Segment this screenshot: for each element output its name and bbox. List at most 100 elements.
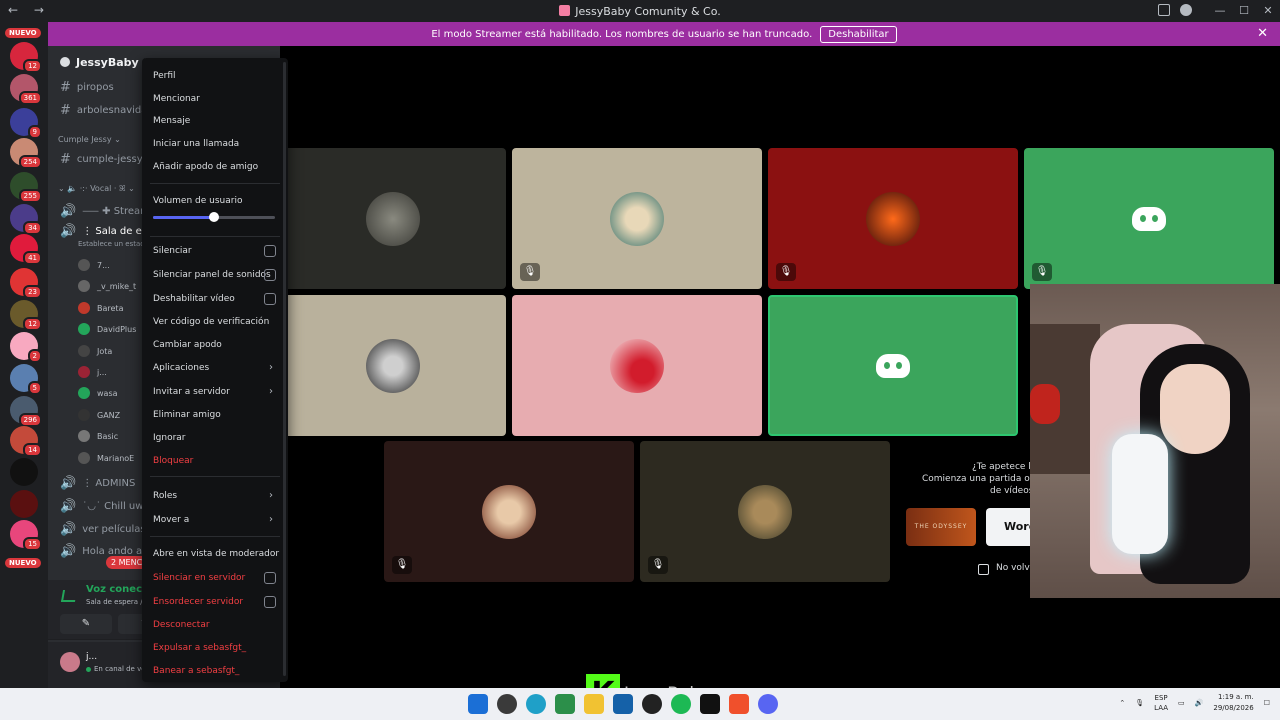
inbox-icon[interactable] [1158, 4, 1170, 16]
brave-icon[interactable] [729, 694, 749, 714]
server-icon[interactable]: 12 [10, 42, 42, 73]
menu-perfil[interactable]: Perfil [153, 71, 176, 81]
menu-desconectar[interactable]: Desconectar [153, 620, 210, 630]
obs-icon[interactable] [642, 694, 662, 714]
menu-silenciar-servidor[interactable]: Silenciar en servidor [153, 573, 245, 583]
disable-streamer-button[interactable]: Deshabilitar [820, 25, 897, 43]
server-icon[interactable]: 14 [10, 426, 42, 457]
voice-member[interactable]: j... [78, 366, 107, 378]
menu-apodo-amigo[interactable]: Añadir apodo de amigo [153, 162, 258, 172]
microphone-icon[interactable]: 🎙 [1135, 699, 1144, 707]
voice-member[interactable]: Jota [78, 344, 112, 357]
close-window-button[interactable]: ✕ [1256, 0, 1280, 22]
channel-stream[interactable]: 🔊 ⸺ ✚ Stream [60, 202, 150, 219]
avatar[interactable] [60, 652, 80, 672]
discord-icon[interactable] [758, 694, 778, 714]
app-icon[interactable] [555, 694, 575, 714]
menu-vista-moderador[interactable]: Abre en vista de moderador [153, 549, 279, 559]
server-icon[interactable]: 2 [10, 332, 42, 363]
menu-ignorar[interactable]: Ignorar [153, 433, 186, 443]
channel-ver-peliculas[interactable]: 🔊 ver películas [60, 522, 146, 537]
menu-eliminar-amigo[interactable]: Eliminar amigo [153, 410, 221, 420]
network-icon[interactable]: ▭ [1178, 699, 1185, 707]
server-icon[interactable]: 34 [10, 204, 42, 235]
server-icon[interactable]: 15 [10, 520, 42, 551]
language-indicator[interactable]: ESP LAA [1154, 693, 1168, 713]
edge-icon[interactable] [526, 694, 546, 714]
help-icon[interactable] [1180, 4, 1192, 16]
server-icon[interactable]: 255 [10, 172, 42, 203]
server-icon[interactable]: 361 [10, 74, 42, 105]
channel-admins[interactable]: 🔊 ⋮ ADMINS [60, 476, 135, 491]
volume-icon[interactable]: 🔊 [1195, 699, 1204, 707]
silenciar-sonidos-checkbox[interactable] [264, 269, 276, 281]
minimize-button[interactable]: — [1208, 0, 1232, 22]
channel-arbolesnavida[interactable]: # arbolesnavida [60, 103, 147, 118]
menu-ensordecer-servidor[interactable]: Ensordecer servidor [153, 597, 243, 607]
deshabilitar-video-checkbox[interactable] [264, 293, 276, 305]
close-icon[interactable]: ✕ [1257, 26, 1268, 41]
menu-expulsar[interactable]: Expulsar a sebasfgt_ [153, 643, 246, 653]
channel-cumple-jessy[interactable]: # cumple-jessy [60, 152, 143, 167]
menu-ver-codigo[interactable]: Ver código de verificación [153, 317, 269, 327]
voice-member[interactable]: Bareta [78, 301, 123, 314]
participant-tile-monkey[interactable]: 🎙 [384, 441, 634, 582]
user-volume-slider[interactable] [153, 212, 275, 222]
participant-tile-discord-1[interactable]: 🎙 [1024, 148, 1274, 289]
username[interactable]: j... [86, 652, 97, 662]
search-icon[interactable] [497, 694, 517, 714]
silenciar-checkbox[interactable] [264, 245, 276, 257]
voice-member[interactable]: DavidPlus [78, 323, 136, 336]
channel-sala-de-espera[interactable]: 🔊 ⋮ Sala de esp [60, 224, 153, 239]
status-hint[interactable]: Establece un estad [78, 240, 145, 248]
voice-member[interactable]: _v_mike_t [78, 280, 136, 293]
chevron-up-icon[interactable]: ⌃ [1119, 699, 1125, 707]
participant-tile-pirate-cat[interactable] [280, 295, 506, 436]
notifications-icon[interactable]: ☐ [1264, 699, 1270, 707]
voice-member[interactable]: GANZ [78, 408, 120, 421]
dont-show-again-checkbox[interactable] [978, 564, 989, 575]
participant-tile-discord-2[interactable] [768, 295, 1018, 436]
folder-icon[interactable] [584, 694, 604, 714]
menu-iniciar-llamada[interactable]: Iniciar una llamada [153, 139, 239, 149]
channel-chill[interactable]: 🔊 ˙◡˙ Chill uwu [60, 499, 150, 514]
participant-tile-fire[interactable]: 🎙 [768, 148, 1018, 289]
server-icon[interactable]: 23 [10, 268, 42, 299]
menu-mencionar[interactable]: Mencionar [153, 94, 200, 104]
menu-mover-a[interactable]: Mover a [153, 515, 189, 525]
spotify-icon[interactable] [671, 694, 691, 714]
menu-invitar[interactable]: Invitar a servidor [153, 387, 230, 397]
menu-silenciar-sonidos[interactable]: Silenciar panel de sonidos [153, 270, 271, 280]
participant-tile-girl[interactable] [512, 295, 762, 436]
menu-banear[interactable]: Banear a sebasfgt_ [153, 666, 239, 676]
voice-member[interactable]: MarianoE [78, 451, 134, 464]
voice-member[interactable]: wasa [78, 387, 118, 400]
ensordecer-servidor-checkbox[interactable] [264, 596, 276, 608]
channel-piropos[interactable]: # piropos [60, 80, 114, 95]
voice-member[interactable]: 7... [78, 259, 110, 271]
server-icon[interactable]: 41 [10, 234, 42, 265]
menu-roles[interactable]: Roles [153, 491, 177, 501]
windows-start-icon[interactable] [468, 694, 488, 714]
server-icon[interactable]: 5 [10, 364, 42, 395]
clock[interactable]: 1:19 a. m. 29/08/2026 [1213, 692, 1253, 714]
menu-deshabilitar-video[interactable]: Deshabilitar vídeo [153, 294, 235, 304]
menu-bloquear[interactable]: Bloquear [153, 456, 193, 466]
menu-silenciar[interactable]: Silenciar [153, 246, 192, 256]
participant-tile-cat[interactable] [280, 148, 506, 289]
silenciar-servidor-checkbox[interactable] [264, 572, 276, 584]
menu-scrollbar[interactable] [283, 62, 286, 676]
menu-aplicaciones[interactable]: Aplicaciones [153, 363, 209, 373]
server-icon[interactable]: 296 [10, 396, 42, 427]
camera-off-button[interactable]: ✎ [60, 614, 112, 634]
store-icon[interactable] [613, 694, 633, 714]
category-cumple-jessy[interactable]: Cumple Jessy ⌄ [58, 135, 121, 144]
server-icon[interactable] [10, 458, 38, 486]
menu-cambiar-apodo[interactable]: Cambiar apodo [153, 340, 222, 350]
category-vocal[interactable]: ⌄ 🔈 ·:· Vocal · ꕤ ⌄ [58, 184, 135, 194]
server-icon[interactable]: 254 [10, 138, 42, 169]
maximize-button[interactable]: ☐ [1232, 0, 1256, 22]
server-icon[interactable]: 12 [10, 300, 42, 331]
participant-tile-anime[interactable]: 🎙 [512, 148, 762, 289]
epic-games-icon[interactable] [700, 694, 720, 714]
